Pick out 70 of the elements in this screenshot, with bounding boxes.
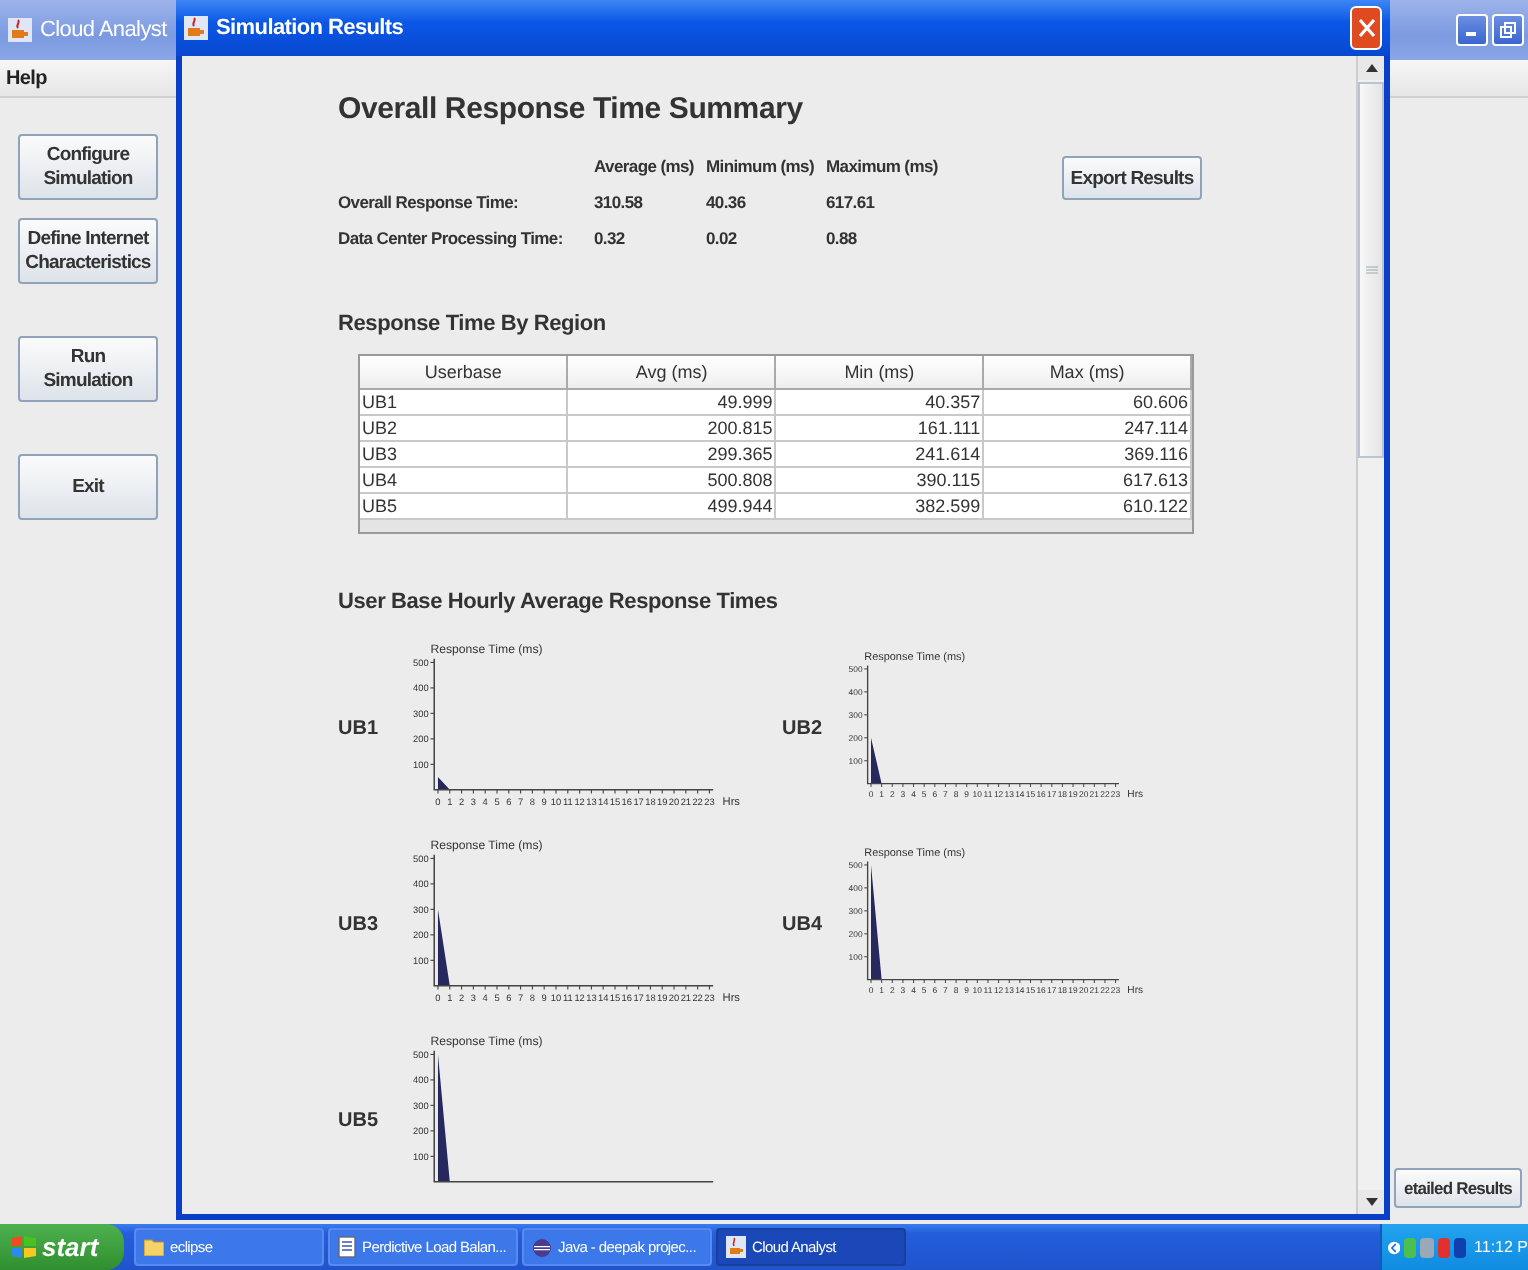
detailed-results-button[interactable]: etailed Results bbox=[1394, 1168, 1522, 1208]
globe-icon bbox=[532, 1237, 552, 1257]
column-header: Max (ms) bbox=[983, 356, 1191, 389]
summary-value: 0.88 bbox=[826, 228, 859, 248]
close-button[interactable] bbox=[1350, 6, 1382, 50]
table-cell: 369.116 bbox=[983, 441, 1191, 467]
table-cell: 40.357 bbox=[775, 389, 984, 415]
side-button[interactable]: Configure Simulation bbox=[18, 134, 158, 200]
scroll-thumb[interactable] bbox=[1358, 82, 1384, 458]
table-cell: UB1 bbox=[360, 389, 568, 415]
column-header: Maximum (ms) bbox=[826, 156, 940, 176]
table-cell: 299.365 bbox=[567, 441, 776, 467]
side-button[interactable]: Define Internet Characteristics bbox=[18, 218, 158, 284]
table-cell: 60.606 bbox=[983, 389, 1191, 415]
section-title: Overall Response Time Summary bbox=[338, 92, 805, 126]
restore-button[interactable] bbox=[1492, 14, 1524, 46]
clock: 11:12 P bbox=[1474, 1238, 1528, 1256]
chart-label: UB3 bbox=[338, 913, 381, 935]
table-cell: UB4 bbox=[360, 467, 568, 493]
table-cell: 390.115 bbox=[775, 467, 984, 493]
table-cell: 382.599 bbox=[775, 493, 984, 519]
table-cell: UB5 bbox=[360, 493, 568, 519]
table-cell: 247.114 bbox=[983, 415, 1191, 441]
restore-icon bbox=[1500, 22, 1516, 38]
column-header: Average (ms) bbox=[594, 156, 696, 176]
chevron-icon[interactable] bbox=[1388, 1237, 1401, 1257]
summary-value: 310.58 bbox=[594, 192, 645, 212]
column-header: Userbase bbox=[360, 356, 568, 389]
table-cell: 49.999 bbox=[567, 389, 776, 415]
table-cell: 610.122 bbox=[983, 493, 1191, 519]
side-button[interactable]: Exit bbox=[18, 454, 158, 520]
folder-icon bbox=[144, 1238, 164, 1256]
summary-value: 40.36 bbox=[706, 192, 748, 212]
chart-label: UB4 bbox=[782, 913, 825, 935]
cup-icon bbox=[726, 1236, 746, 1258]
chart-label: UB2 bbox=[782, 717, 825, 739]
table-cell: 200.815 bbox=[567, 415, 776, 441]
window-title: Cloud Analyst bbox=[40, 18, 167, 42]
chart-label: UB5 bbox=[338, 1109, 381, 1131]
document-icon bbox=[338, 1236, 356, 1258]
summary-value: 0.32 bbox=[594, 228, 627, 248]
section-title: User Base Hourly Average Response Times bbox=[338, 590, 780, 614]
close-icon bbox=[1357, 18, 1375, 38]
table-cell: 241.614 bbox=[775, 441, 984, 467]
up-arrow-icon[interactable] bbox=[1365, 64, 1377, 72]
scrollbar[interactable] bbox=[1356, 56, 1384, 1214]
cup-icon bbox=[184, 16, 208, 40]
down-arrow-icon[interactable] bbox=[1365, 1198, 1377, 1206]
table-cell: UB2 bbox=[360, 415, 568, 441]
menu-item[interactable]: Help bbox=[6, 67, 47, 89]
summary-value: 0.02 bbox=[706, 228, 739, 248]
table-cell: UB3 bbox=[360, 441, 568, 467]
cup-icon bbox=[8, 18, 32, 42]
row-label: Data Center Processing Time: bbox=[338, 228, 565, 248]
column-header: Minimum (ms) bbox=[706, 156, 817, 176]
flag-icon bbox=[12, 1236, 36, 1258]
export-button[interactable]: Export Results bbox=[1062, 156, 1202, 200]
window-title: Simulation Results bbox=[216, 16, 404, 40]
table-cell: 500.808 bbox=[567, 467, 776, 493]
column-header: Avg (ms) bbox=[567, 356, 776, 389]
table-cell: 161.111 bbox=[775, 415, 984, 441]
row-label: Overall Response Time: bbox=[338, 192, 521, 212]
side-button[interactable]: Run Simulation bbox=[18, 336, 158, 402]
summary-value: 617.61 bbox=[826, 192, 877, 212]
table-cell: 499.944 bbox=[567, 493, 776, 519]
chart-label: UB1 bbox=[338, 717, 381, 739]
minimize-button[interactable] bbox=[1456, 14, 1488, 46]
section-title: Response Time By Region bbox=[338, 312, 608, 336]
column-header: Min (ms) bbox=[775, 356, 984, 389]
table-cell: 617.613 bbox=[983, 467, 1191, 493]
